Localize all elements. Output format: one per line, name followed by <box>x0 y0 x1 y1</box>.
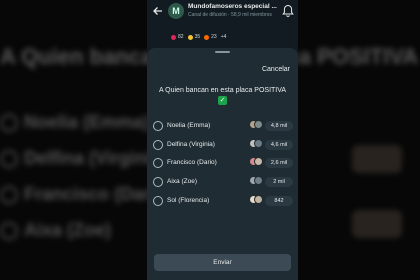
check-mark-icon: ✓ <box>218 96 227 105</box>
channel-subtitle: Canal de difusión · 58,9 mil miembros <box>188 12 272 18</box>
reaction-more[interactable]: +4 <box>221 32 227 42</box>
radio-button[interactable] <box>153 177 163 187</box>
poll-question: A Quien bancan en esta placa POSITIVA ✓ <box>158 87 287 105</box>
bell-icon[interactable] <box>282 4 294 18</box>
option-label: Aixa (Zoe) <box>167 178 197 185</box>
heart-icon <box>171 34 176 40</box>
option-label: Francisco (Dario) <box>167 159 217 166</box>
voter-avatars <box>249 157 263 168</box>
option-label: Noelia (Emma) <box>167 122 211 129</box>
vote-count-badge[interactable]: 2 mil <box>265 177 293 187</box>
channel-name[interactable]: Mundofamoseros especial ... <box>188 3 280 10</box>
screen: A Quien bancan en esta placa POSITIVA No… <box>0 0 420 280</box>
laugh-icon <box>187 34 193 40</box>
poll-sheet: Cancelar A Quien bancan en esta placa PO… <box>147 48 298 280</box>
poll-option[interactable]: Sol (Florencia) 842 <box>153 193 293 209</box>
send-button[interactable]: Enviar <box>154 254 291 271</box>
reaction-heart[interactable]: 82 <box>171 32 184 42</box>
vote-count-badge[interactable]: 2,6 mil <box>265 158 293 168</box>
voter-avatars <box>249 139 263 150</box>
poll-option[interactable]: Noelia (Emma) 4,8 mil <box>153 118 293 134</box>
reaction-fire[interactable]: 23 <box>204 32 217 42</box>
vote-count-badge[interactable]: 842 <box>265 196 293 206</box>
radio-button[interactable] <box>153 158 163 168</box>
poll-option[interactable]: Francisco (Dario) 2,6 mil <box>153 155 293 171</box>
radio-button[interactable] <box>153 196 163 206</box>
poll-option[interactable]: Delfina (Virginia) 4,6 mil <box>153 137 293 153</box>
voter-avatars <box>249 195 263 206</box>
option-label: Sol (Florencia) <box>167 197 210 204</box>
channel-header: M Mundofamoseros especial ... Canal de d… <box>147 0 298 24</box>
radio-button[interactable] <box>153 140 163 150</box>
fire-icon <box>204 34 210 40</box>
voter-avatars <box>249 120 263 131</box>
reaction-laugh[interactable]: 35 <box>187 32 200 42</box>
poll-option[interactable]: Aixa (Zoe) 2 mil <box>153 174 293 190</box>
reactions-bar[interactable]: 82 35 23 +4 <box>171 32 226 42</box>
option-label: Delfina (Virginia) <box>167 141 215 148</box>
vote-count-badge[interactable]: 4,8 mil <box>265 121 293 131</box>
phone-screen: M Mundofamoseros especial ... Canal de d… <box>147 0 298 280</box>
channel-avatar[interactable]: M <box>168 3 184 19</box>
vote-count-badge[interactable]: 4,6 mil <box>265 140 293 150</box>
voter-avatars <box>249 176 263 187</box>
cancel-button[interactable]: Cancelar <box>262 66 290 73</box>
radio-button[interactable] <box>153 121 163 131</box>
drag-handle[interactable] <box>215 51 230 53</box>
arrow-left-icon[interactable] <box>152 5 164 17</box>
